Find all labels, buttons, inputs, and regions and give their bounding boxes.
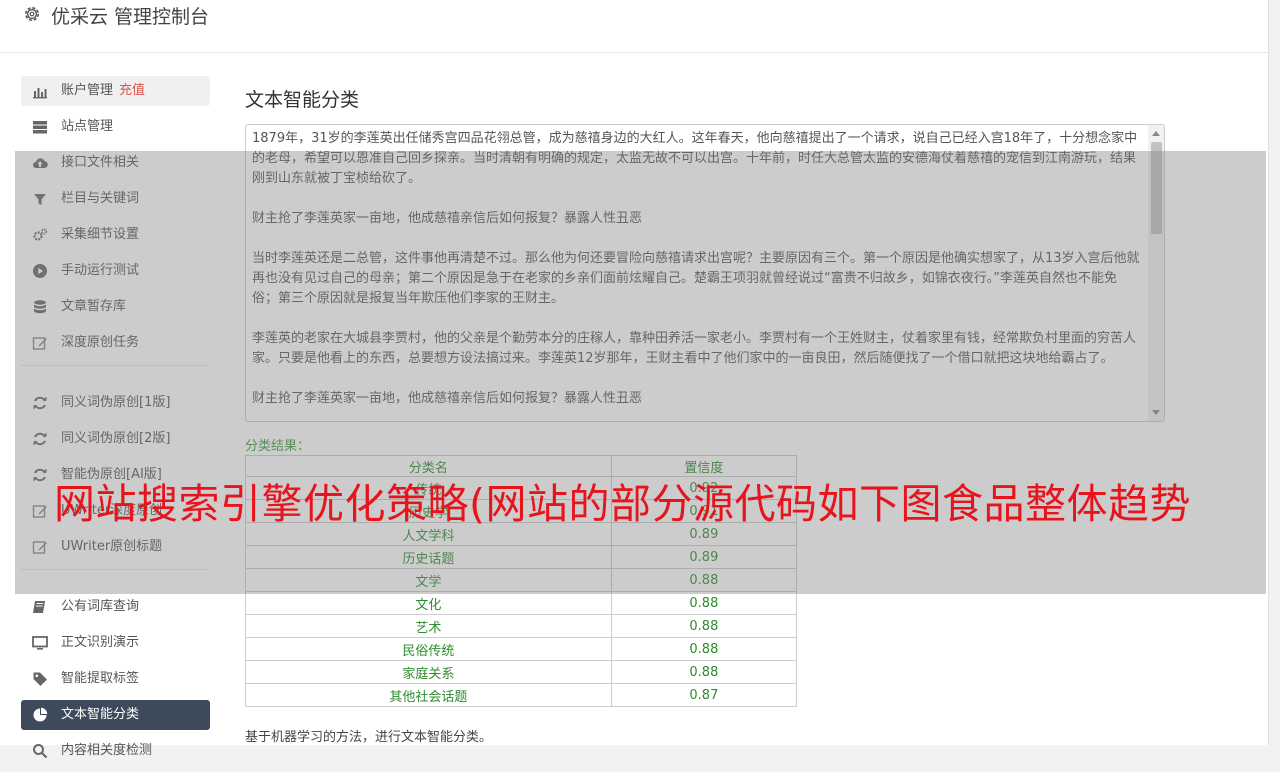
- category-cell: 民俗传统: [245, 637, 612, 661]
- sidebar-item-smart-tags[interactable]: 智能提取标签: [21, 664, 210, 694]
- sidebar-item-public-lexicon[interactable]: 公有词库查询: [21, 592, 210, 622]
- watermark-text: 网站搜索引擎优化策略(网站的部分源代码如下图食品整体趋势: [54, 480, 1191, 528]
- book-icon: [33, 601, 45, 613]
- sidebar-item-text-classification[interactable]: 文本智能分类: [21, 700, 210, 730]
- sidebar-item-label: 账户管理: [61, 83, 114, 98]
- confidence-cell: 0.88: [610, 591, 798, 615]
- sidebar-item-label: 正文识别演示: [61, 635, 140, 650]
- confidence-cell: 0.88: [610, 637, 798, 661]
- gear-icon: [25, 7, 39, 21]
- recharge-link[interactable]: 充值: [119, 83, 145, 98]
- sidebar-item-label: 公有词库查询: [61, 599, 140, 614]
- main-panel: 文本智能分类 1879年，31岁的李莲英出任储秀宫四品花翎总管，成为慈禧身边的大…: [245, 80, 1165, 745]
- monitor-icon: [32, 636, 48, 650]
- sidebar-item-label: 智能提取标签: [61, 671, 140, 686]
- pie-chart-icon: [33, 707, 48, 722]
- sidebar-item-label: 文本智能分类: [61, 707, 140, 722]
- category-cell: 家庭关系: [245, 660, 612, 684]
- table-row: 艺术 0.88: [245, 614, 798, 638]
- server-icon: [33, 121, 47, 134]
- table-row: 其他社会话题 0.87: [245, 683, 798, 707]
- tag-icon: [33, 672, 47, 686]
- method-note: 基于机器学习的方法，进行文本智能分类。: [245, 730, 493, 745]
- category-cell: 文化: [245, 591, 612, 615]
- app-header: 优采云 管理控制台: [0, 0, 1268, 53]
- table-row: 家庭关系 0.88: [245, 660, 798, 684]
- confidence-cell: 0.88: [610, 660, 798, 684]
- table-row: 文化 0.88: [245, 591, 798, 615]
- table-row: 民俗传统 0.88: [245, 637, 798, 661]
- app-title: 优采云 管理控制台: [51, 6, 210, 28]
- sidebar-item-relevance-check[interactable]: 内容相关度检测: [21, 736, 210, 766]
- scroll-up-arrow-icon[interactable]: [1152, 131, 1160, 136]
- sidebar-item-sites[interactable]: 站点管理: [21, 112, 210, 142]
- sidebar-item-label: 站点管理: [61, 119, 114, 134]
- category-cell: 艺术: [245, 614, 612, 638]
- sidebar-item-account[interactable]: 账户管理 充值: [21, 76, 210, 106]
- confidence-cell: 0.88: [610, 614, 798, 638]
- confidence-cell: 0.87: [610, 683, 798, 707]
- page-title: 文本智能分类: [245, 89, 360, 111]
- category-cell: 其他社会话题: [245, 683, 612, 707]
- sidebar-item-text-recognition[interactable]: 正文识别演示: [21, 628, 210, 658]
- bar-chart-icon: [33, 88, 47, 99]
- sidebar-item-label: 内容相关度检测: [61, 743, 153, 758]
- search-icon: [33, 744, 48, 759]
